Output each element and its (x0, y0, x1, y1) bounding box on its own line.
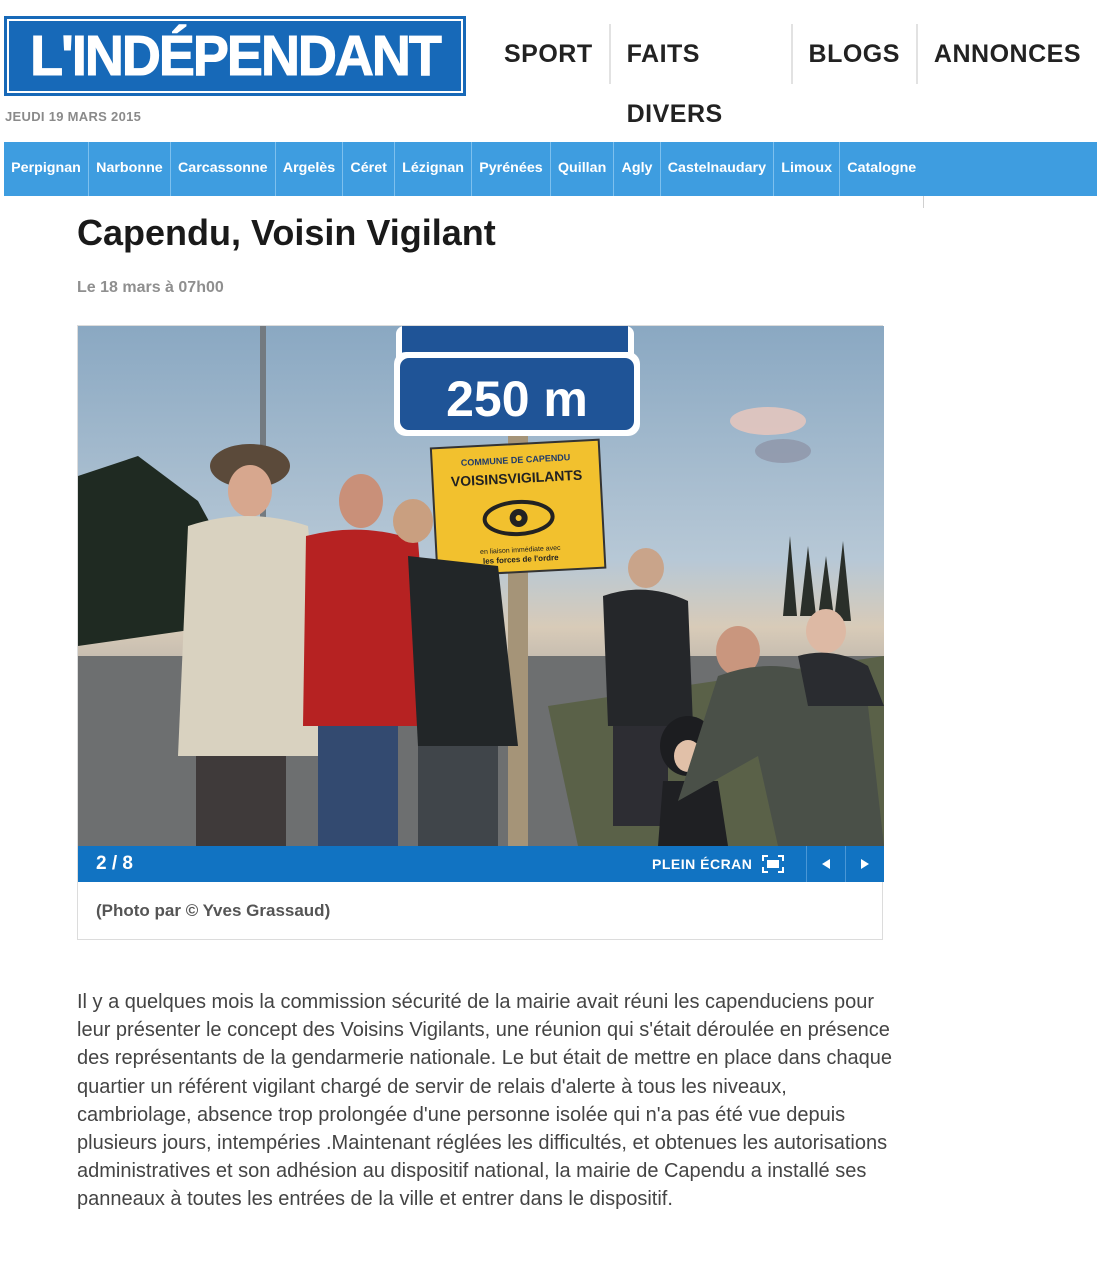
logo-text: L'INDÉPENDANT (30, 24, 443, 88)
fullscreen-button[interactable]: PLEIN ÉCRAN (652, 846, 785, 882)
topnav-item-faits-divers[interactable]: FAITS DIVERS (611, 24, 793, 128)
city-item-agly[interactable]: Agly (614, 142, 661, 196)
next-photo-button[interactable] (845, 846, 884, 882)
photo-gallery: 250 m COMMUNE DE CAPENDU VOISINSVIGILANT… (77, 325, 884, 940)
city-item-limoux[interactable]: Limoux (774, 142, 841, 196)
city-item-catalogne[interactable]: Catalogne (840, 142, 923, 196)
city-item-ceret[interactable]: Céret (343, 142, 396, 196)
city-item-quillan[interactable]: Quillan (551, 142, 615, 196)
gallery-controls: 2 / 8 PLEIN ÉCRAN (78, 846, 884, 882)
topnav-item-annonces[interactable]: ANNONCES (918, 24, 1097, 84)
top-nav: SPORT FAITS DIVERS BLOGS ANNONCES (488, 24, 1097, 128)
city-item-narbonne[interactable]: Narbonne (89, 142, 171, 196)
fullscreen-icon (762, 855, 785, 873)
site-logo[interactable]: L'INDÉPENDANT (4, 16, 466, 96)
divider (923, 196, 924, 208)
city-item-argeles[interactable]: Argelès (276, 142, 344, 196)
triangle-left-icon (822, 859, 830, 869)
triangle-right-icon (861, 859, 869, 869)
topnav-item-blogs[interactable]: BLOGS (793, 24, 918, 84)
gallery-photo[interactable]: 250 m COMMUNE DE CAPENDU VOISINSVIGILANT… (78, 326, 884, 846)
previous-photo-button[interactable] (806, 846, 845, 882)
fullscreen-label: PLEIN ÉCRAN (652, 856, 753, 872)
photo-counter: 2 / 8 (96, 853, 133, 874)
edition-date: JEUDI 19 MARS 2015 (5, 109, 142, 124)
city-item-pyrenees[interactable]: Pyrénées (472, 142, 551, 196)
city-item-carcassonne[interactable]: Carcassonne (171, 142, 276, 196)
distance-sign-text: 250 m (446, 371, 588, 427)
city-item-castelnaudary[interactable]: Castelnaudary (661, 142, 775, 196)
city-item-lezignan[interactable]: Lézignan (395, 142, 473, 196)
topnav-item-sport[interactable]: SPORT (488, 24, 611, 84)
photo-caption: (Photo par © Yves Grassaud) (96, 901, 331, 920)
city-nav: Perpignan Narbonne Carcassonne Argelès C… (4, 142, 1097, 196)
article-date: Le 18 mars à 07h00 (77, 279, 224, 296)
article-body: Il y a quelques mois la commission sécur… (77, 991, 892, 1211)
article-title: Capendu, Voisin Vigilant (77, 212, 496, 253)
city-item-perpignan[interactable]: Perpignan (4, 142, 90, 196)
